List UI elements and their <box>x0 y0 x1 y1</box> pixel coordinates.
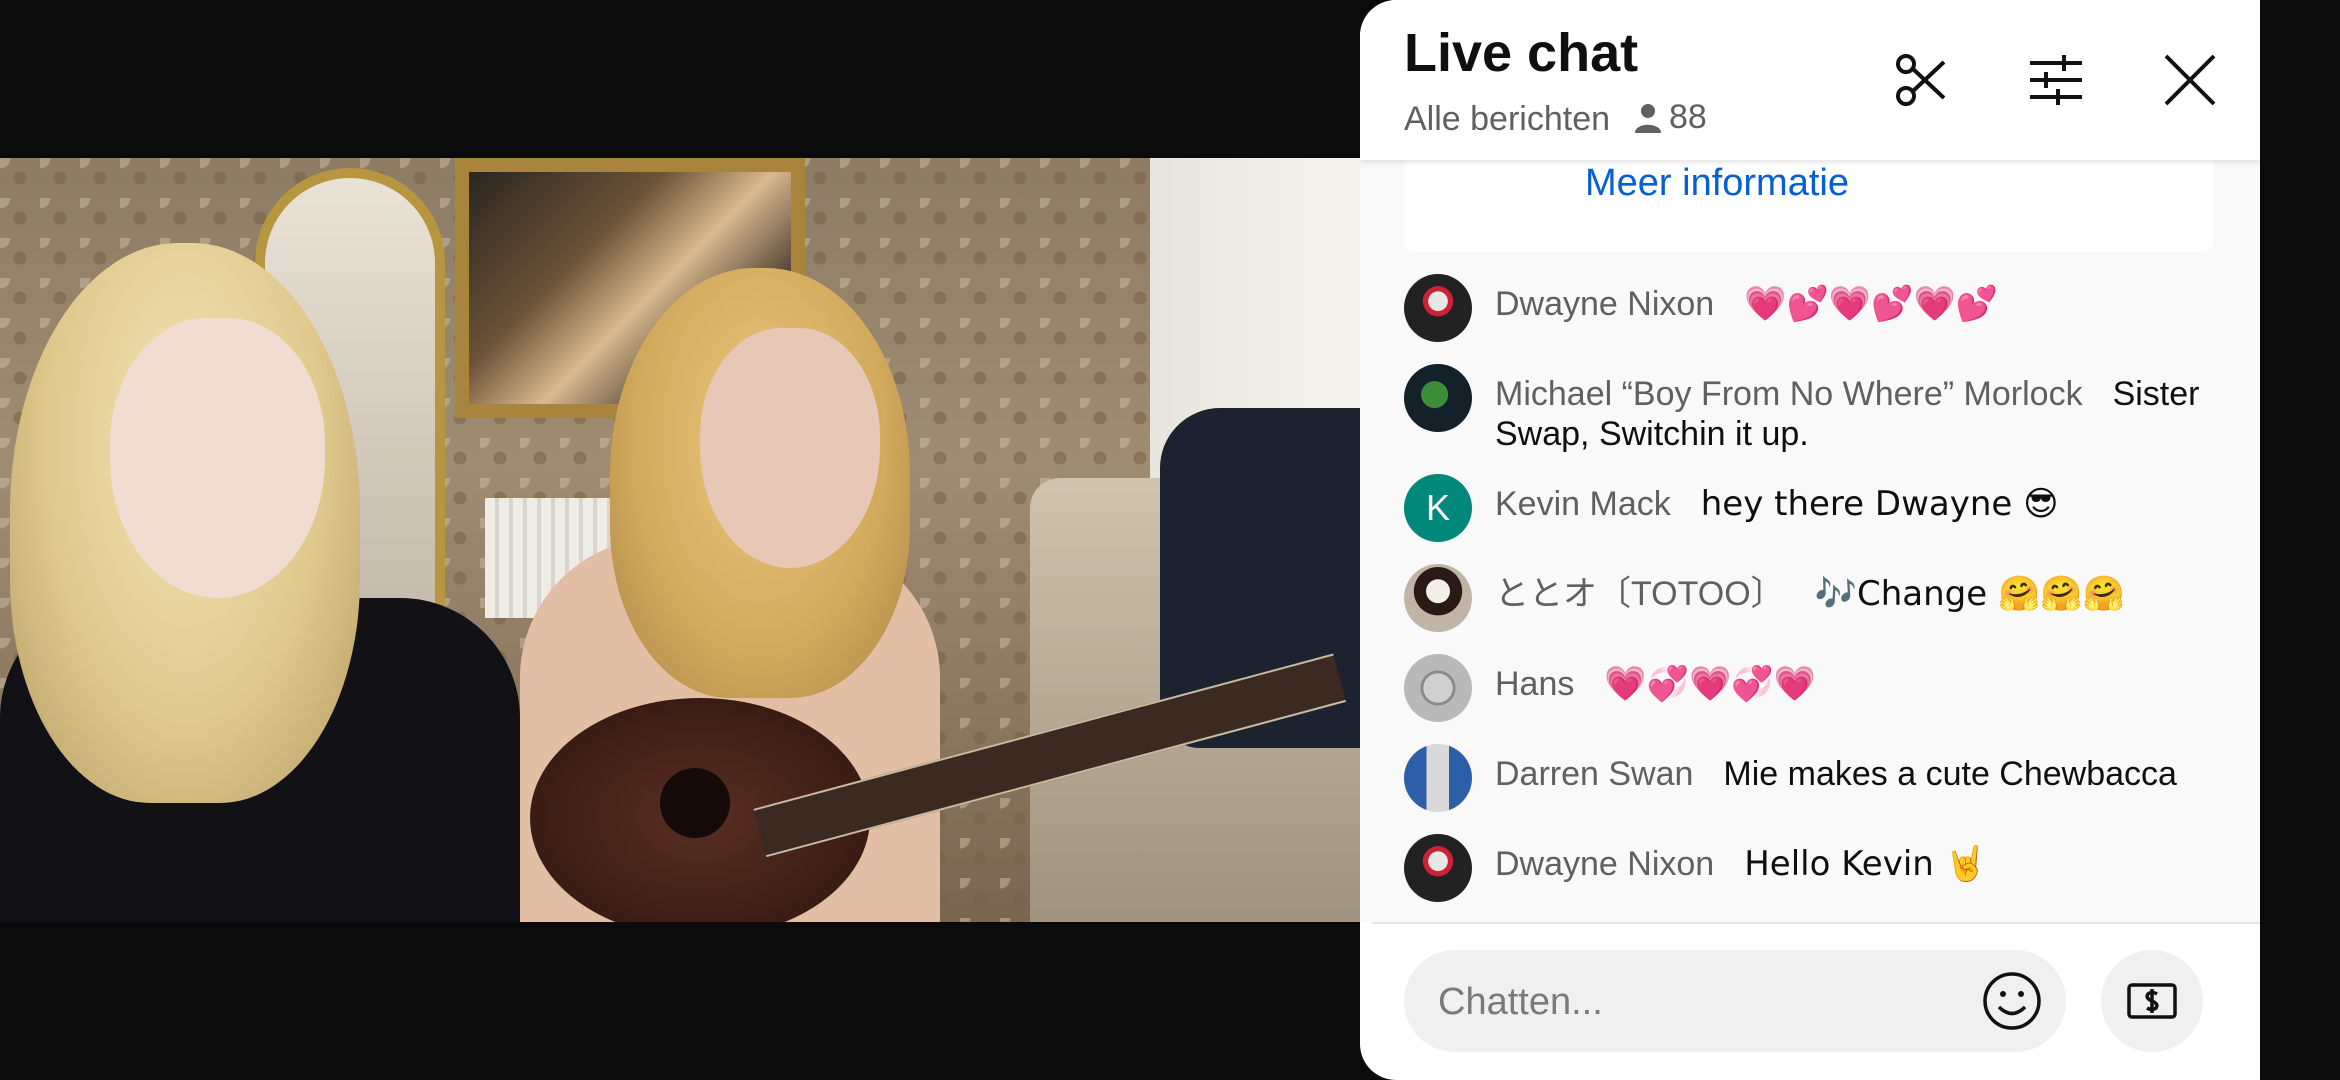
live-chat-panel: Live chat Alle berichten 88 Meer informa… <box>1360 0 2260 1080</box>
chat-filter-dropdown[interactable]: Alle berichten <box>1404 100 1610 139</box>
money-icon <box>2127 983 2177 1019</box>
chat-info-card: Meer informatie <box>1404 160 2214 252</box>
message-text: Hello Kevin 🤘 <box>1744 844 1987 884</box>
scissors-icon <box>1896 54 1946 106</box>
chat-message-body: Darren Swan Mie makes a cute Chewbacca <box>1495 754 2225 794</box>
message-text: Mie makes a cute Chewbacca <box>1723 755 2177 793</box>
message-text: hey there Dwayne 😎 <box>1700 484 2059 524</box>
avatar[interactable]: K <box>1404 474 1472 542</box>
chat-message-body: Michael “Boy From No Where” Morlock Siste… <box>1495 374 2225 454</box>
avatar[interactable] <box>1404 564 1472 632</box>
message-text: 💗💕💗💕💗💕 <box>1744 284 1999 324</box>
video-player[interactable] <box>0 158 1360 922</box>
chat-title: Live chat <box>1404 23 1639 83</box>
guitar-soundhole <box>660 768 730 838</box>
chat-message-body: Dwayne Nixon 💗💕💗💕💗💕 <box>1495 284 2225 324</box>
avatar[interactable] <box>1404 834 1472 902</box>
chat-settings-button[interactable] <box>2026 50 2086 110</box>
chat-composer[interactable] <box>1404 950 2066 1054</box>
viewer-count: 88 <box>1635 98 1707 137</box>
person-icon <box>1635 103 1661 133</box>
smiley-icon <box>1983 972 2041 1030</box>
message-author: Hans <box>1495 665 1575 703</box>
message-author: Darren Swan <box>1495 755 1694 793</box>
message-author: Michael “Boy From No Where” Morlock <box>1495 375 2083 413</box>
message-author: ととオ〔TOTOO〕 <box>1495 575 1785 613</box>
close-icon <box>2164 54 2216 106</box>
avatar[interactable] <box>1404 654 1472 722</box>
emoji-button[interactable] <box>1982 971 2042 1031</box>
chat-message-body: Kevin Mack hey there Dwayne 😎 <box>1495 484 2225 524</box>
message-text: 🎶Change 🤗🤗🤗 <box>1814 574 2125 614</box>
more-info-link[interactable]: Meer informatie <box>1585 162 1849 205</box>
chat-header: Live chat Alle berichten 88 <box>1360 0 2260 160</box>
avatar[interactable] <box>1404 364 1472 432</box>
viewer-count-number: 88 <box>1669 98 1707 136</box>
chat-message-body: ととオ〔TOTOO〕 🎶Change 🤗🤗🤗 <box>1495 574 2225 614</box>
message-author: Dwayne Nixon <box>1495 285 1715 323</box>
sliders-icon <box>2030 55 2082 105</box>
avatar[interactable] <box>1404 274 1472 342</box>
chat-message-list[interactable]: Meer informatie Dwayne Nixon 💗💕💗💕💗💕 Micha… <box>1360 160 2260 922</box>
performer-right-face <box>700 328 880 568</box>
chat-message-body: Dwayne Nixon Hello Kevin 🤘 <box>1495 844 2225 884</box>
close-chat-button[interactable] <box>2160 50 2220 110</box>
message-text: 💗💞💗💞💗 <box>1604 664 1817 704</box>
super-chat-button[interactable] <box>2101 950 2203 1052</box>
composer-divider <box>1372 922 2260 924</box>
chat-input[interactable] <box>1436 950 1980 1054</box>
performer-left-face <box>110 318 325 598</box>
clip-button[interactable] <box>1892 50 1952 110</box>
chat-message-body: Hans 💗💞💗💞💗 <box>1495 664 2225 704</box>
message-author: Kevin Mack <box>1495 485 1671 523</box>
message-author: Dwayne Nixon <box>1495 845 1715 883</box>
avatar[interactable] <box>1404 744 1472 812</box>
